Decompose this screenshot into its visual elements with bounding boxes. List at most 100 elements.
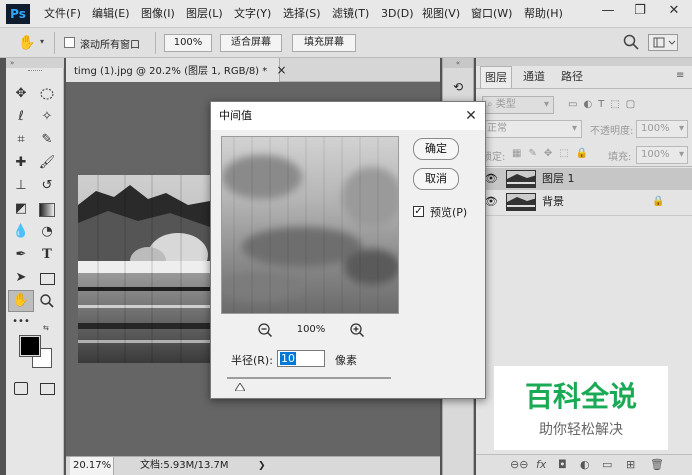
scroll-all-checkbox[interactable] bbox=[64, 37, 75, 48]
restore-button[interactable]: ❐ bbox=[626, 2, 654, 20]
menu-layer[interactable]: 图层(L) bbox=[186, 6, 223, 22]
ellipse-marquee-tool-icon[interactable] bbox=[36, 84, 58, 104]
status-doc-size: 文档:5.93M/13.7M bbox=[140, 460, 229, 471]
menu-select[interactable]: 选择(S) bbox=[283, 6, 321, 22]
eyedropper-tool-icon[interactable]: ✎ bbox=[36, 130, 58, 150]
screen-mode-icon[interactable] bbox=[36, 378, 58, 398]
hand-tool-icon[interactable]: ✋ bbox=[18, 34, 38, 52]
fill-field[interactable]: 100% ▾ bbox=[636, 146, 688, 164]
visibility-eye-icon[interactable]: 👁 bbox=[484, 168, 498, 190]
opacity-field[interactable]: 100% ▾ bbox=[636, 120, 688, 138]
chevron-down-icon: ▾ bbox=[678, 149, 684, 160]
menu-type[interactable]: 文字(Y) bbox=[234, 6, 271, 22]
history-panel-icon[interactable]: ⟲ bbox=[449, 78, 467, 96]
lasso-tool-icon[interactable]: ℓ bbox=[10, 107, 32, 127]
fit-screen-button[interactable]: 适合屏幕 bbox=[220, 34, 282, 52]
opacity-label: 不透明度: bbox=[590, 126, 634, 137]
ok-button[interactable]: 确定 bbox=[413, 138, 459, 160]
menu-filter[interactable]: 滤镜(T) bbox=[332, 6, 369, 22]
menu-view[interactable]: 视图(V) bbox=[422, 6, 460, 22]
visibility-eye-icon[interactable]: 👁 bbox=[484, 191, 498, 213]
tab-paths[interactable]: 路径 bbox=[556, 66, 588, 88]
tab-channels[interactable]: 通道 bbox=[518, 66, 550, 88]
search-icon[interactable] bbox=[622, 33, 640, 51]
workspace-switcher[interactable] bbox=[648, 34, 678, 51]
rectangle-tool-icon[interactable] bbox=[36, 268, 58, 288]
toolbar-collapse-icon[interactable]: » bbox=[6, 58, 64, 68]
status-menu-chevron-icon[interactable]: ❯ bbox=[258, 457, 266, 475]
close-window-button[interactable]: ✕ bbox=[660, 2, 688, 20]
tool-preset-chevron-icon[interactable]: ▾ bbox=[40, 37, 44, 46]
link-layers-icon[interactable]: ⊖⊖ bbox=[510, 455, 528, 475]
foreground-color-swatch[interactable] bbox=[19, 335, 41, 357]
fx-icon[interactable]: fx bbox=[536, 455, 546, 475]
zoom-tool-icon[interactable] bbox=[36, 291, 58, 311]
layer-row-1[interactable]: 👁 图层 1 bbox=[476, 168, 692, 190]
dialog-title-bar[interactable]: 中间值 bbox=[211, 102, 485, 130]
new-group-icon[interactable]: ▭ bbox=[602, 455, 612, 475]
fill-screen-button[interactable]: 填充屏幕 bbox=[292, 34, 356, 52]
panel-menu-icon[interactable]: ≡ bbox=[676, 70, 684, 81]
healing-brush-tool-icon[interactable]: ✚ bbox=[10, 153, 32, 173]
path-selection-tool-icon[interactable]: ➤ bbox=[10, 268, 32, 288]
layer-filter-select[interactable]: ⌕ 类型 ▾ bbox=[482, 96, 554, 114]
blend-mode-select[interactable]: 正常 ▾ bbox=[482, 120, 582, 138]
delete-layer-icon[interactable]: 🗑 bbox=[650, 455, 664, 475]
clone-stamp-tool-icon[interactable]: ⊥ bbox=[10, 176, 32, 196]
new-layer-icon[interactable]: ⊞ bbox=[626, 455, 635, 475]
menu-file[interactable]: 文件(F) bbox=[44, 6, 81, 22]
layer-row-background[interactable]: 👁 背景 🔒 bbox=[476, 191, 692, 213]
radius-slider-thumb[interactable] bbox=[234, 381, 247, 392]
type-tool-icon[interactable]: T bbox=[36, 245, 58, 265]
layer-filter-kind: 类型 bbox=[495, 99, 516, 110]
swap-colors-icon[interactable]: ⇆ bbox=[43, 324, 49, 332]
eraser-tool-icon[interactable]: ◩ bbox=[10, 199, 32, 219]
cancel-button[interactable]: 取消 bbox=[413, 168, 459, 190]
zoom-in-icon[interactable] bbox=[349, 322, 365, 338]
radius-unit: 像素 bbox=[335, 354, 357, 367]
quick-mask-icon[interactable] bbox=[10, 378, 32, 398]
menu-window[interactable]: 窗口(W) bbox=[471, 6, 512, 22]
preview-checkbox[interactable]: ✓ bbox=[413, 206, 424, 217]
layer-mask-icon[interactable]: ◘ bbox=[558, 455, 567, 475]
document-tab-close-icon[interactable]: × bbox=[276, 63, 286, 77]
gradient-tool-icon[interactable] bbox=[36, 199, 58, 219]
move-tool-icon[interactable]: ✥ bbox=[10, 84, 32, 104]
blur-tool-icon[interactable]: 💧 bbox=[10, 222, 32, 242]
adjustment-layer-icon[interactable]: ◐ bbox=[580, 455, 590, 475]
dodge-tool-icon[interactable]: ◔ bbox=[36, 222, 58, 242]
brush-tool-icon[interactable]: 🖌 bbox=[36, 153, 58, 173]
panel-grip bbox=[476, 58, 692, 66]
more-tools-icon[interactable]: ••• bbox=[10, 312, 32, 332]
zoom-100-button[interactable]: 100% bbox=[164, 34, 212, 52]
magic-wand-tool-icon[interactable]: ✧ bbox=[36, 107, 58, 127]
radius-slider-track[interactable] bbox=[227, 377, 391, 379]
document-image[interactable] bbox=[78, 175, 210, 363]
watermark-logo: 百科全说 助你轻松解决 bbox=[494, 366, 668, 450]
document-tab[interactable]: timg (1).jpg @ 20.2% (图层 1, RGB/8) * × bbox=[66, 58, 287, 82]
lock-icons[interactable]: ▦✎✥⬚🔒 bbox=[512, 146, 602, 162]
layer-filter-icons[interactable]: ▭◐T⬚▢ bbox=[568, 96, 688, 114]
tab-layers[interactable]: 图层 bbox=[480, 66, 512, 88]
document-tab-title: timg (1).jpg @ 20.2% (图层 1, RGB/8) * bbox=[74, 66, 268, 77]
status-zoom[interactable]: 20.17% bbox=[70, 457, 114, 475]
menu-help[interactable]: 帮助(H) bbox=[524, 6, 563, 22]
radius-input[interactable]: 10 bbox=[277, 350, 325, 367]
menu-3d[interactable]: 3D(D) bbox=[381, 6, 414, 22]
filter-preview[interactable] bbox=[221, 136, 399, 314]
chevron-down-icon: ▾ bbox=[543, 99, 549, 110]
layers-footer: ⊖⊖ fx ◘ ◐ ▭ ⊞ 🗑 bbox=[476, 454, 692, 475]
minimize-button[interactable]: — bbox=[594, 2, 622, 20]
crop-tool-icon[interactable]: ⌗ bbox=[10, 130, 32, 150]
chevron-down-icon: ▾ bbox=[678, 123, 684, 134]
hand-tool-active-icon[interactable]: ✋ bbox=[8, 290, 34, 312]
pen-tool-icon[interactable]: ✒ bbox=[10, 245, 32, 265]
menu-image[interactable]: 图像(I) bbox=[141, 6, 175, 22]
history-brush-tool-icon[interactable]: ↺ bbox=[36, 176, 58, 196]
zoom-out-icon[interactable] bbox=[257, 322, 273, 338]
menu-edit[interactable]: 编辑(E) bbox=[92, 6, 130, 22]
dialog-close-icon[interactable]: ✕ bbox=[461, 106, 481, 126]
strip-expand-icon[interactable]: « bbox=[443, 58, 473, 68]
blend-mode-value: 正常 bbox=[487, 123, 507, 134]
fill-label: 填充: bbox=[608, 152, 632, 163]
